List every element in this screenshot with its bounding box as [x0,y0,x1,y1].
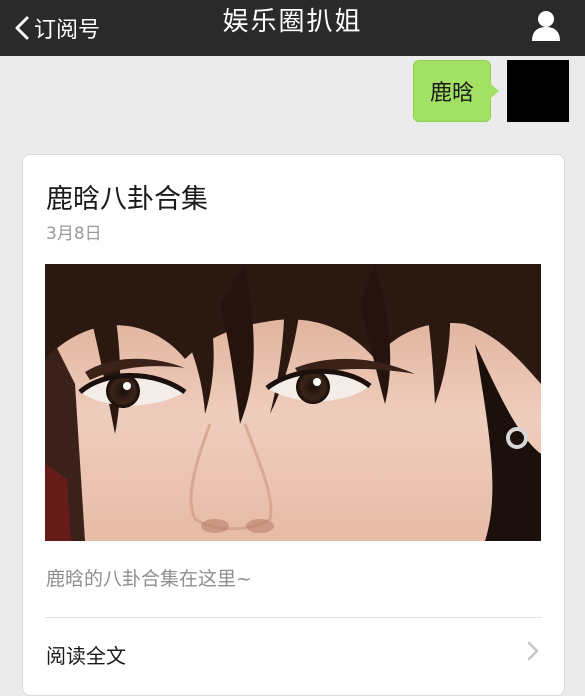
article-description: 鹿晗的八卦合集在这里~ [46,568,252,590]
person-icon[interactable] [529,8,563,42]
article-date: 3月8日 [46,224,102,244]
navigation-bar: 订阅号 娱乐圈扒姐 [0,0,585,56]
chevron-right-icon [526,640,540,662]
read-more-label: 阅读全文 [46,644,126,668]
message-text: 鹿晗 [429,81,474,106]
read-full-article-link[interactable]: 阅读全文 [23,618,564,678]
back-label: 订阅号 [34,18,101,43]
chevron-left-icon [14,15,30,41]
article-title: 鹿晗八卦合集 [46,184,208,215]
chat-message-row: 鹿晗 [412,60,569,122]
back-button[interactable]: 订阅号 [14,8,100,48]
article-cover-image[interactable] [45,264,541,541]
article-card[interactable]: 鹿晗八卦合集 3月8日 鹿晗的八卦合集在这里~ 阅读全文 [22,154,565,696]
message-bubble[interactable]: 鹿晗 [412,60,500,122]
avatar[interactable] [507,60,569,122]
